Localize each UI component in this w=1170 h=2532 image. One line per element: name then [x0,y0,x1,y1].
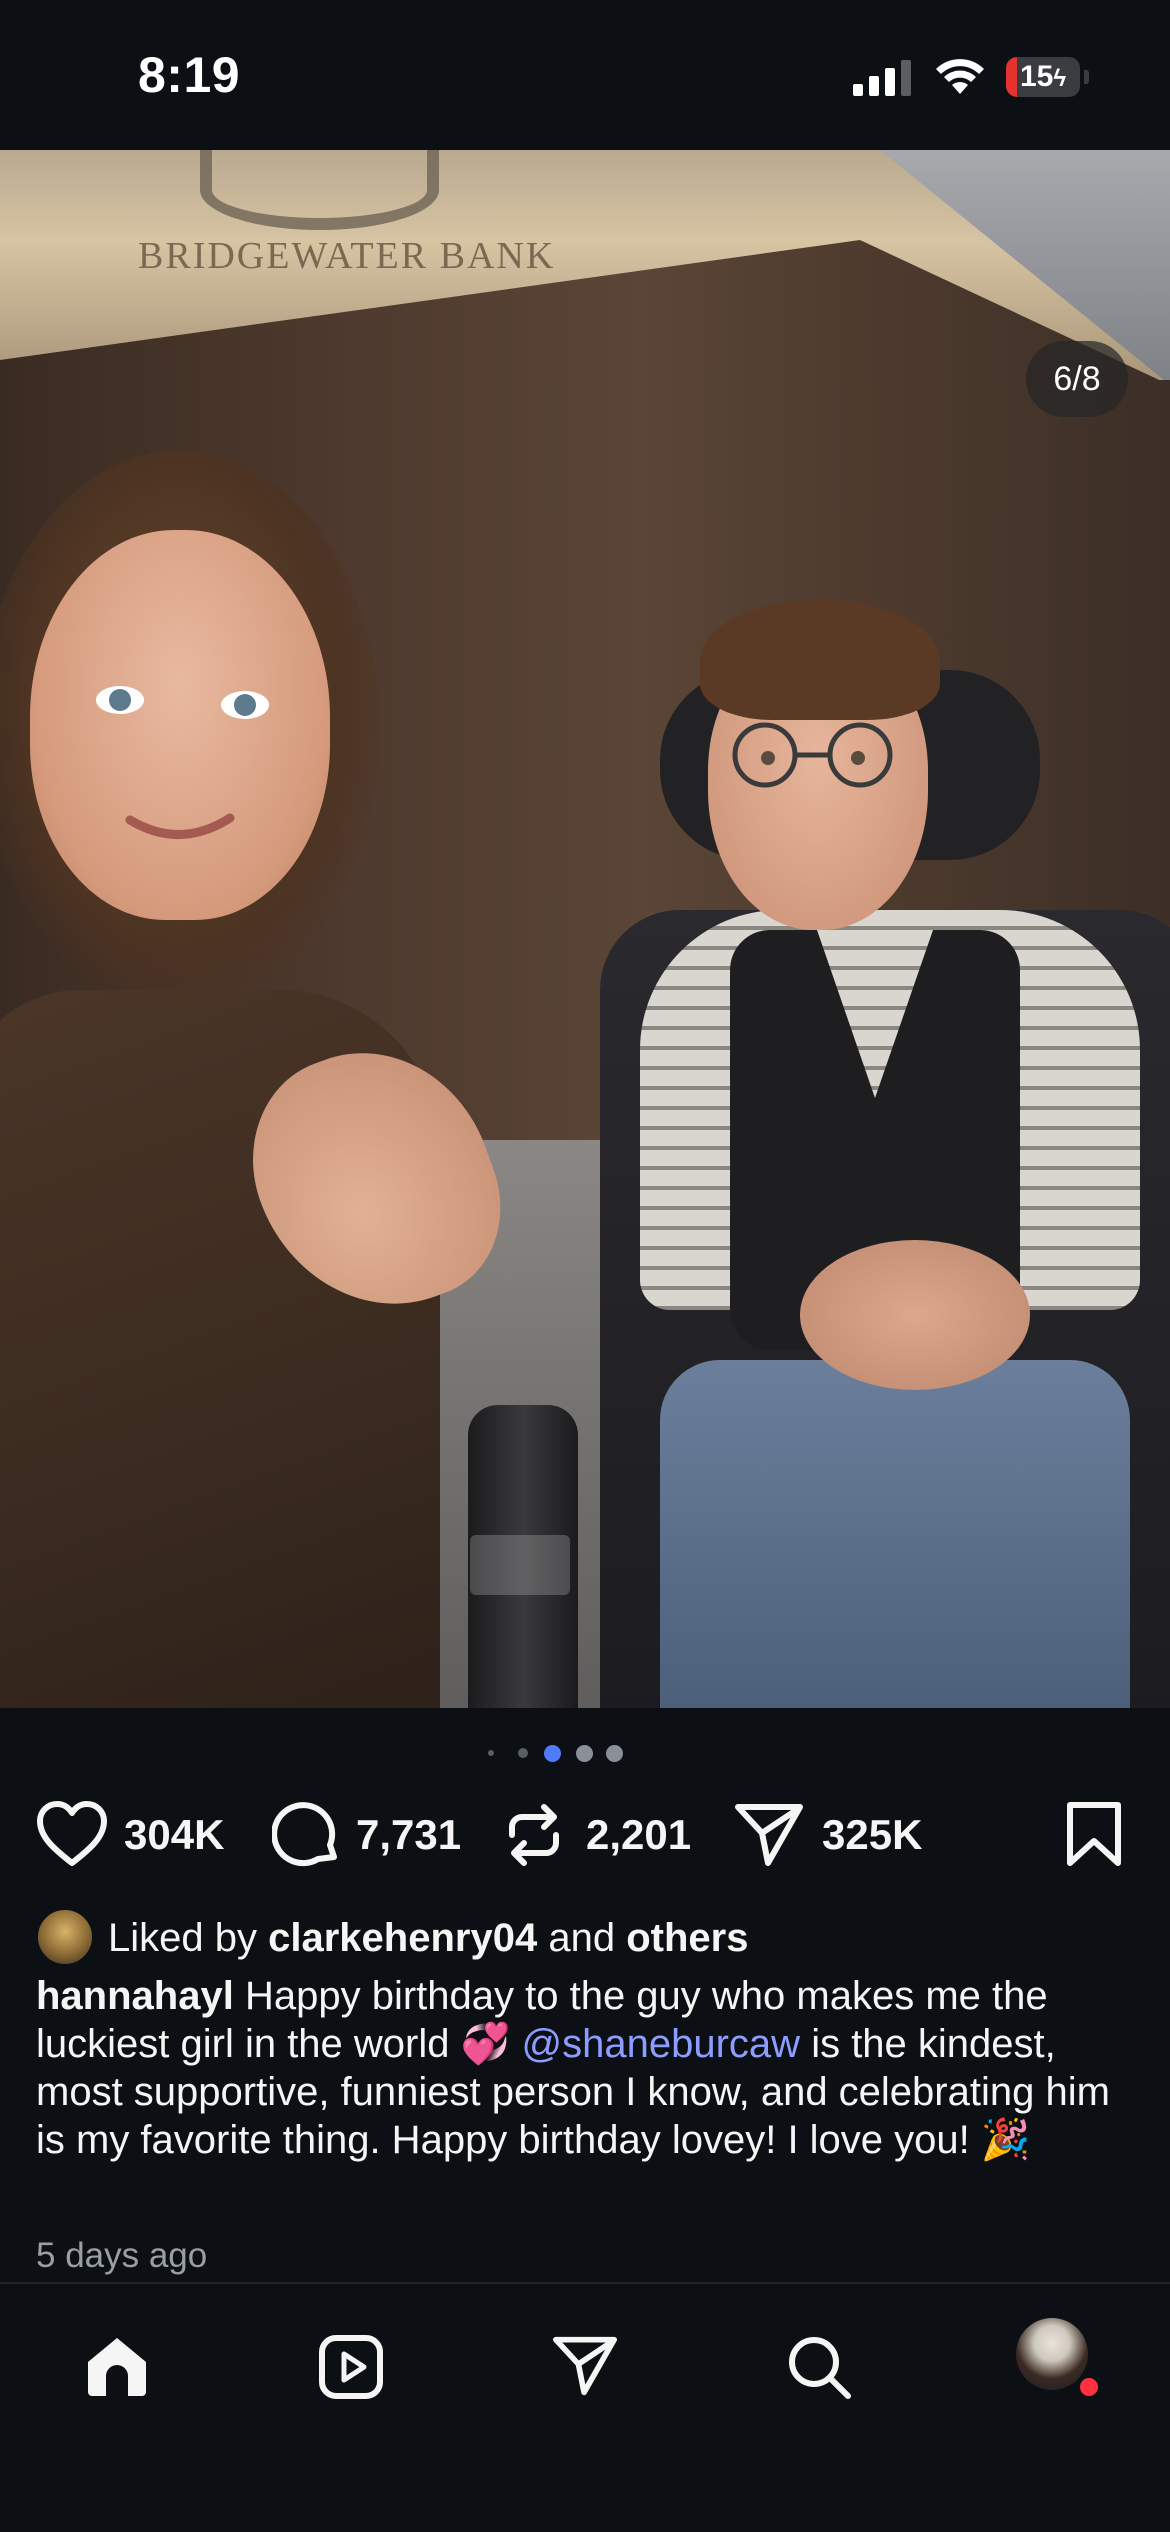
carousel-indicator [488,1742,648,1766]
share-button[interactable]: 325K [734,1795,944,1875]
post-photo[interactable]: BRIDGEWATER BANK 6/8 [0,150,1170,1708]
comment-button[interactable]: 7,731 [272,1795,482,1875]
tab-home[interactable] [66,2316,166,2416]
status-time: 8:19 [138,47,241,103]
repost-icon [509,1804,559,1866]
repost-count: 2,201 [586,1811,692,1858]
carousel-counter: 6/8 [1026,341,1128,417]
heart-icon [37,1801,107,1866]
liked-by-row[interactable]: Liked by clarkehenry04 and others [36,1908,1136,1968]
bottom-tab-bar [0,2282,1170,2532]
like-button[interactable]: 304K [36,1795,246,1875]
comment-count: 7,731 [356,1811,462,1858]
liker-username[interactable]: clarkehenry04 [268,1916,537,1960]
post-actions: 304K 7,731 2,201 325K [0,1795,1170,1875]
repost-button[interactable]: 2,201 [500,1795,710,1875]
liker-avatar[interactable] [36,1908,94,1966]
wifi-icon [936,59,984,94]
caption-username[interactable]: hannahayl [36,1974,234,2018]
share-count: 325K [822,1811,923,1858]
liked-by-others-link[interactable]: others [626,1916,748,1960]
like-count: 304K [124,1811,225,1858]
post-timestamp: 5 days ago [36,2236,208,2275]
caption-mention[interactable]: @shaneburcaw [522,2022,801,2066]
notification-dot [1078,2376,1100,2398]
tab-messages[interactable] [534,2316,634,2416]
tab-search[interactable] [768,2316,868,2416]
carousel-dot [576,1745,593,1762]
signal-icon [853,60,911,96]
tab-profile-avatar[interactable] [1016,2318,1088,2390]
carousel-dot [518,1748,528,1758]
bank-sign: BRIDGEWATER BANK [138,235,556,277]
post-caption: hannahayl Happy birthday to the guy who … [36,1972,1146,2164]
carousel-dot-active [544,1745,561,1762]
carousel-dot [606,1745,623,1762]
paper-plane-icon [552,2336,617,2396]
bank-logo [200,150,439,230]
home-icon [88,2338,146,2396]
tab-reels[interactable] [300,2316,400,2416]
woman-figure [0,450,528,1708]
search-icon [789,2337,851,2399]
comment-bubble-icon [272,1802,337,1867]
charging-bolt-icon: ϟ [1053,65,1067,92]
liked-by-text: Liked by clarkehenry04 and others [108,1916,749,1960]
status-bar: 8:19 15ϟ [0,0,1170,150]
paper-plane-icon [735,1804,803,1866]
battery-level: 15 [1019,60,1054,93]
save-button[interactable] [1064,1795,1134,1875]
man-figure [620,600,1160,1708]
carousel-dot [488,1750,494,1756]
reels-icon [319,2335,383,2399]
bookmark-icon [1067,1802,1121,1866]
